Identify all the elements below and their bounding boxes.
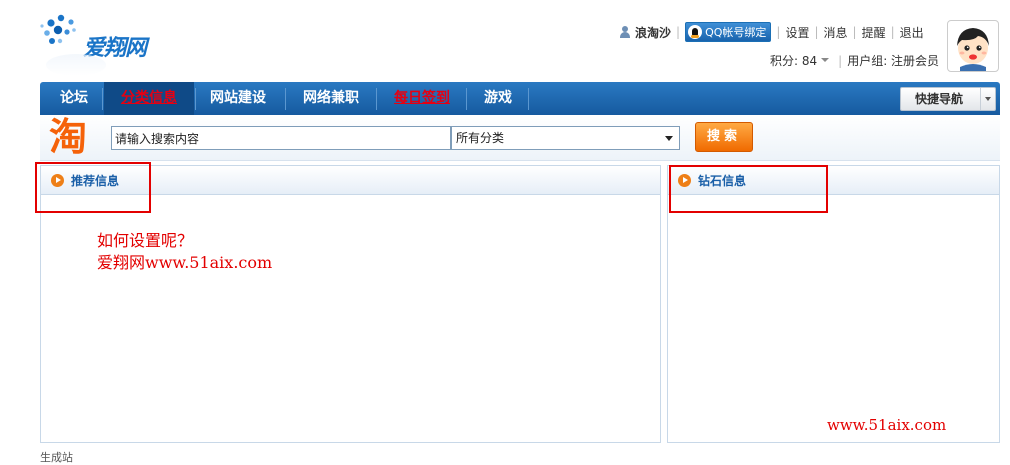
user-group-label: 用户组: 注册会员 — [847, 54, 940, 68]
chevron-down-icon[interactable] — [661, 129, 677, 147]
annotation-box — [669, 165, 828, 213]
messages-link[interactable]: 消息 — [824, 24, 848, 41]
nav-item-part-time[interactable]: 网络兼职 — [287, 82, 375, 115]
username-link[interactable]: 浪淘沙 — [635, 24, 671, 41]
separator: | — [776, 25, 781, 39]
nav-divider — [528, 88, 529, 110]
qq-penguin-icon — [688, 25, 703, 39]
separator: | — [852, 25, 857, 39]
nav-item-daily-checkin[interactable]: 每日签到 — [378, 82, 466, 115]
quick-nav-label: 快捷导航 — [915, 92, 964, 106]
watermark-text: www.51aix.com — [827, 416, 947, 434]
nav-item-classified[interactable]: 分类信息 — [104, 82, 194, 115]
annotation-site: 爱翔网www.51aix.com — [97, 253, 273, 272]
tao-logo: 淘 — [48, 114, 87, 159]
nav-divider — [195, 88, 196, 110]
nav-divider — [376, 88, 377, 110]
category-select[interactable]: 所有分类 — [451, 126, 680, 150]
nav-item-games[interactable]: 游戏 — [468, 82, 528, 115]
logo-dots-icon — [40, 14, 76, 44]
annotation-box — [35, 162, 151, 213]
search-button[interactable]: 搜索 — [695, 122, 753, 152]
chevron-down-icon[interactable] — [821, 58, 830, 62]
nav-divider — [285, 88, 286, 110]
annotation-question: 如何设置呢？ — [97, 231, 194, 250]
search-bar: 淘 所有分类 搜索 — [40, 115, 1000, 161]
nav-item-forum[interactable]: 论坛 — [46, 82, 102, 115]
category-selected: 所有分类 — [456, 131, 505, 145]
separator: | — [890, 25, 895, 39]
qq-bind-label: QQ帐号绑定 — [705, 26, 767, 39]
qq-bind-button[interactable]: QQ帐号绑定 — [685, 22, 772, 42]
avatar[interactable] — [947, 20, 999, 72]
separator: | — [838, 53, 843, 68]
settings-link[interactable]: 设置 — [785, 24, 809, 41]
notifications-link[interactable]: 提醒 — [862, 24, 886, 41]
footer-text: 生成站 — [40, 451, 73, 464]
separator: | — [814, 25, 819, 39]
nav-divider — [102, 88, 103, 110]
user-stats: 积分: 84 | 用户组: 注册会员 — [770, 52, 939, 69]
nav-item-web-building[interactable]: 网站建设 — [197, 82, 279, 115]
points-label[interactable]: 积分: 84 — [770, 52, 817, 69]
nav-divider — [466, 88, 467, 110]
search-input[interactable] — [111, 126, 451, 150]
chevron-down-icon[interactable] — [980, 88, 995, 110]
user-icon — [620, 26, 630, 38]
user-bar: 浪淘沙 | QQ帐号绑定 | 设置 | 消息 | 提醒 | 退出 — [620, 22, 924, 42]
logout-link[interactable]: 退出 — [900, 24, 924, 41]
cartoon-avatar-icon — [957, 28, 989, 71]
logo-reflection — [46, 54, 106, 76]
main-nav: 论坛 分类信息 网站建设 网络兼职 每日签到 游戏 快捷导航 — [40, 82, 1000, 115]
separator: | — [676, 25, 681, 39]
quick-nav-button[interactable]: 快捷导航 — [900, 87, 996, 111]
site-logo[interactable]: 爱翔网 — [38, 10, 188, 76]
